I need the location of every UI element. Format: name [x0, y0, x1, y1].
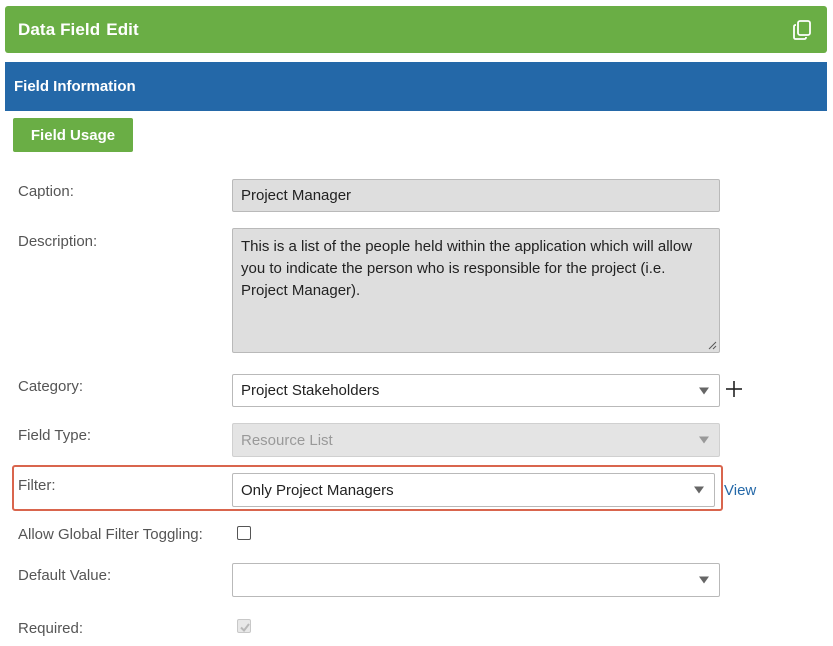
filter-label: Filter: — [18, 477, 56, 494]
description-value: This is a list of the people held within… — [241, 238, 693, 299]
field-usage-button[interactable]: Field Usage — [13, 118, 133, 152]
section-title: Field Information — [14, 78, 136, 95]
chevron-down-icon — [694, 486, 704, 494]
chevron-down-icon — [699, 576, 709, 584]
caption-label: Caption: — [18, 183, 74, 200]
default-value-select[interactable] — [232, 563, 720, 597]
copy-icon[interactable] — [791, 19, 813, 41]
filter-value: Only Project Managers — [241, 481, 394, 499]
field-type-label: Field Type: — [18, 427, 92, 444]
page-title-word1: Data Field — [18, 19, 101, 39]
allow-global-filter-toggling-checkbox[interactable] — [237, 526, 251, 540]
page-header: Data Field Edit — [5, 6, 827, 53]
category-value: Project Stakeholders — [241, 382, 380, 399]
category-label: Category: — [18, 378, 84, 395]
chevron-down-icon — [699, 436, 709, 444]
view-filter-link[interactable]: View — [724, 482, 756, 499]
description-textarea[interactable]: This is a list of the people held within… — [232, 228, 720, 353]
plus-icon[interactable] — [725, 380, 743, 398]
resize-grip-icon[interactable] — [707, 340, 717, 350]
field-type-value: Resource List — [241, 431, 333, 449]
field-type-select: Resource List — [232, 423, 720, 457]
checkmark-icon — [240, 623, 250, 633]
chevron-down-icon — [699, 387, 709, 394]
default-value-label: Default Value: — [18, 567, 112, 584]
required-checkbox — [237, 619, 251, 633]
page-title: Data Field Edit — [18, 20, 145, 40]
required-label: Required: — [18, 620, 84, 637]
category-select[interactable]: Project Stakeholders — [232, 374, 720, 407]
page-title-word2: Edit — [106, 19, 139, 39]
caption-value: Project Manager — [241, 187, 352, 204]
field-information-section-header: Field Information — [5, 62, 827, 111]
description-label: Description: — [18, 233, 98, 250]
filter-select[interactable]: Only Project Managers — [232, 473, 715, 507]
caption-field[interactable]: Project Manager — [232, 179, 720, 212]
allow-global-filter-toggling-label: Allow Global Filter Toggling: — [18, 526, 203, 543]
